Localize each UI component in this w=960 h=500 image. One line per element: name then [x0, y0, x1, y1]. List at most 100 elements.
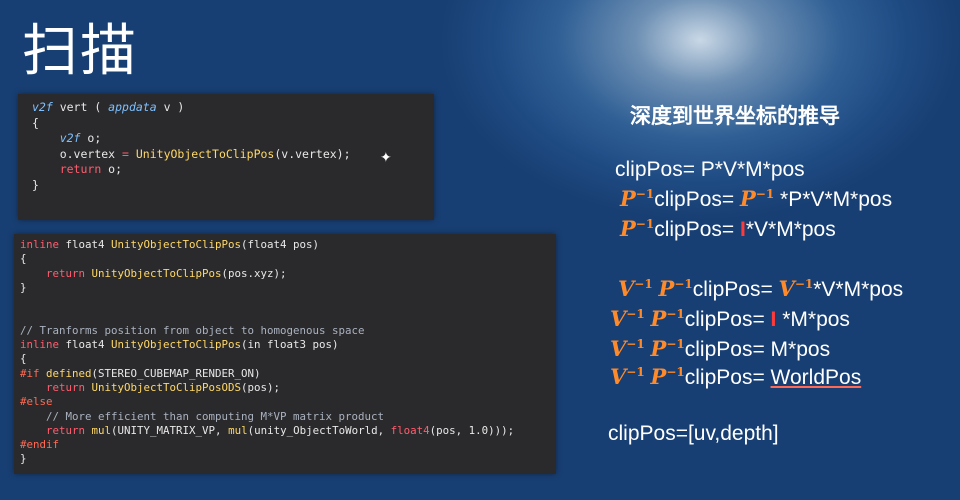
- matrix-symbol: P: [620, 216, 636, 241]
- code-token: (UNITY_MATRIX_VP,: [111, 423, 229, 437]
- p-inverse: P−1: [659, 276, 693, 301]
- code-token: mul: [85, 423, 112, 437]
- code-token: (pos, 1.0)));: [429, 423, 515, 437]
- code-line: o.vertex = UnityObjectToClipPos(v.vertex…: [32, 147, 424, 163]
- eq-text: clipPos=: [684, 338, 771, 361]
- code-line: return mul(UNITY_MATRIX_VP, mul(unity_Ob…: [20, 424, 550, 438]
- eq-text: *V*M*pos: [745, 218, 836, 241]
- code-token: #endif: [20, 438, 60, 452]
- world-pos-text: WorldPos: [770, 366, 862, 389]
- matrix-symbol: P: [650, 306, 667, 331]
- equation-5: V−1 P−1clipPos= I *M*pos: [610, 306, 850, 332]
- code-block-unity-object-to-clip-pos: inline float4 UnityObjectToClipPos(float…: [14, 234, 556, 474]
- exponent: −1: [794, 277, 814, 291]
- exponent: −1: [666, 337, 685, 351]
- code-line: }: [32, 178, 424, 194]
- code-line: #else: [20, 395, 550, 409]
- code-token: inline: [20, 338, 60, 352]
- matrix-symbol: P: [658, 276, 675, 301]
- matrix-symbol: P: [620, 186, 636, 211]
- code-token: UnityObjectToClipPosODS: [85, 380, 242, 394]
- eq-text: clipPos=: [654, 188, 740, 211]
- mouse-cursor-icon: ✦: [380, 150, 392, 166]
- equation-4: V−1 P−1clipPos= V−1*V*M*pos: [618, 276, 903, 302]
- exponent: −1: [635, 217, 655, 231]
- matrix-symbol: P: [650, 336, 667, 361]
- p-inverse: P−1: [651, 306, 685, 331]
- code-line: #endif: [20, 438, 550, 452]
- code-line: #if defined(STEREO_CUBEMAP_RENDER_ON): [20, 367, 550, 381]
- code-token: UnityObjectToClipPos: [128, 146, 275, 161]
- code-token: (unity_ObjectToWorld,: [247, 423, 391, 437]
- code-token: (STEREO_CUBEMAP_RENDER_ON): [91, 366, 261, 380]
- code-token: }: [32, 177, 39, 192]
- code-token: (in float3 pos): [241, 338, 339, 352]
- eq-text: clipPos=: [684, 366, 771, 389]
- matrix-symbol: V: [610, 306, 627, 331]
- equation-2: P−1clipPos= P−1 *P*V*M*pos: [620, 186, 892, 212]
- code-token: appdata: [108, 100, 157, 114]
- code-token: #if: [20, 366, 40, 380]
- code-token: (float4 pos): [241, 238, 320, 251]
- code-token: v ): [156, 100, 185, 114]
- code-token: vert (: [52, 100, 109, 114]
- code-token: float4: [390, 423, 430, 437]
- eq-text: *M*pos: [776, 308, 850, 331]
- eq-text: *P*V*M*pos: [774, 188, 893, 211]
- code-token: UnityObjectToClipPos: [111, 238, 242, 251]
- eq-text: M*pos: [770, 338, 831, 361]
- exponent: −1: [626, 365, 645, 379]
- code-line: inline float4 UnityObjectToClipPos(in fl…: [20, 338, 550, 352]
- code-token: {: [20, 352, 27, 366]
- code-token: return: [46, 266, 86, 280]
- code-comment: // Tranforms position from object to hom…: [20, 323, 365, 337]
- code-token: v2f: [59, 131, 81, 145]
- eq-text: clipPos=: [684, 308, 771, 331]
- code-token: }: [20, 280, 27, 294]
- eq-text: clipPos=: [654, 218, 740, 241]
- code-line: // More efficient than computing M*VP ma…: [20, 410, 550, 424]
- code-token: return: [46, 380, 86, 394]
- code-token: return: [46, 423, 86, 437]
- p-inverse: P−1: [651, 364, 685, 389]
- code-token: =: [122, 146, 129, 161]
- code-token: {: [32, 115, 39, 130]
- p-inverse: P−1: [740, 186, 774, 211]
- code-token: (pos.xyz);: [221, 266, 287, 280]
- slide-title: 扫描: [22, 19, 138, 84]
- exponent: −1: [755, 187, 775, 201]
- code-line: return UnityObjectToClipPosODS(pos);: [20, 381, 550, 395]
- exponent: −1: [635, 187, 655, 201]
- matrix-symbol: V: [618, 276, 635, 301]
- code-token: }: [20, 452, 27, 466]
- eq-text: clipPos=: [692, 278, 779, 301]
- code-line: inline float4 UnityObjectToClipPos(float…: [20, 238, 550, 252]
- matrix-symbol: V: [610, 336, 627, 361]
- exponent: −1: [666, 307, 685, 321]
- derivation-heading: 深度到世界坐标的推导: [630, 105, 840, 128]
- code-token: float4: [59, 338, 112, 352]
- code-token: defined: [39, 366, 92, 380]
- code-line: }: [20, 452, 550, 466]
- code-token: mul: [228, 423, 248, 437]
- code-line: v2f o;: [32, 131, 424, 147]
- code-token: #else: [20, 395, 53, 409]
- code-token: o;: [80, 131, 102, 145]
- equation-7: V−1 P−1clipPos= WorldPos: [610, 364, 861, 390]
- code-line: }: [20, 281, 550, 295]
- eq-text: *V*M*pos: [813, 278, 904, 301]
- v-inverse: V−1: [610, 306, 645, 331]
- matrix-symbol: P: [650, 364, 667, 389]
- equation-6: V−1 P−1clipPos= M*pos: [610, 336, 830, 362]
- equation-8: clipPos=[uv,depth]: [608, 422, 779, 445]
- exponent: −1: [666, 365, 685, 379]
- code-line: {: [32, 116, 424, 132]
- code-line: // Tranforms position from object to hom…: [20, 324, 550, 338]
- exponent: −1: [634, 277, 653, 291]
- code-token: v2f: [32, 100, 53, 114]
- v-inverse: V−1: [610, 336, 645, 361]
- code-line: return o;: [32, 162, 424, 178]
- equation-3: P−1clipPos= I*V*M*pos: [620, 216, 836, 242]
